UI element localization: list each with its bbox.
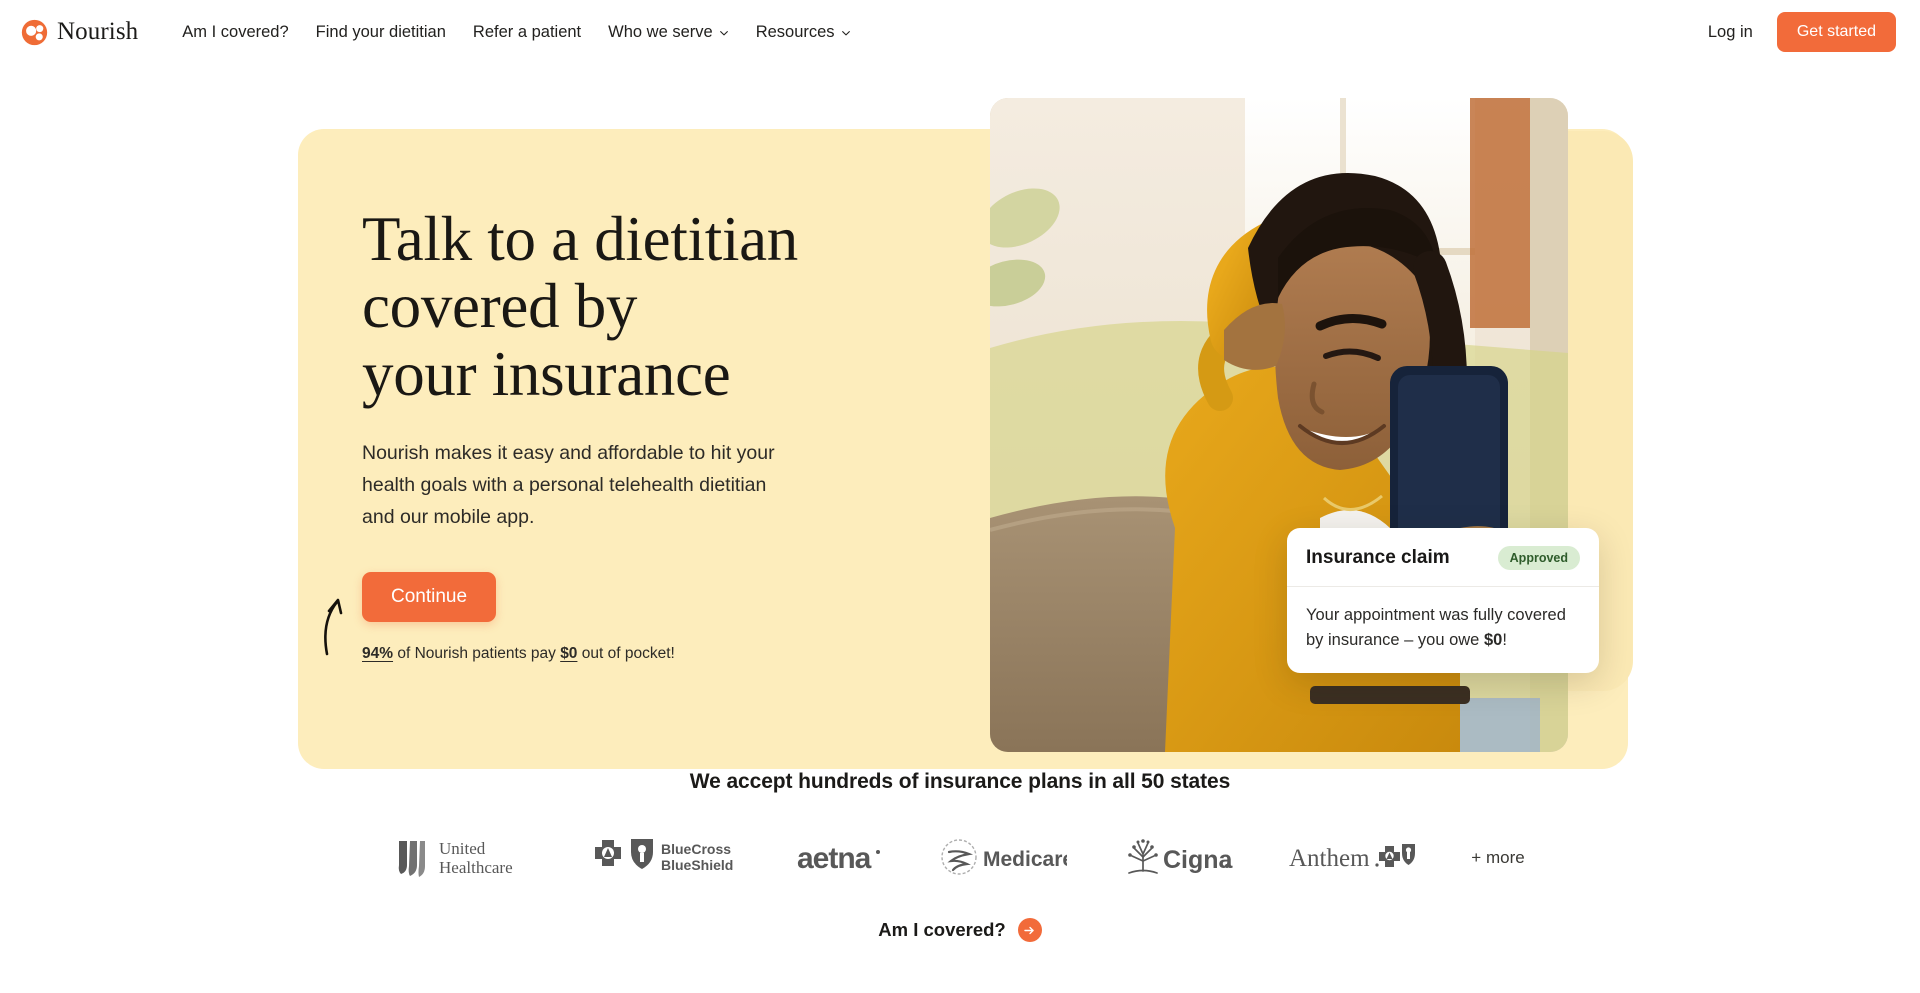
stat-percent: 94% [362,644,394,662]
am-i-covered-label: Am I covered? [878,919,1006,940]
chevron-down-icon [719,31,728,36]
insurance-claim-card: Insurance claim Approved Your appointmen… [1287,528,1599,673]
logo-united-healthcare: United Healthcare [395,834,535,882]
claim-body-suffix: ! [1502,630,1507,649]
insurance-claim-card-header: Insurance claim Approved [1287,528,1599,587]
hero-copy-block: Talk to a dietitian covered by your insu… [324,204,832,663]
nav-item-label: Who we serve [608,22,713,41]
stat-end-text: out of pocket! [577,644,675,662]
arrow-right-circle-icon [1017,918,1042,942]
insurance-logo-row: United Healthcare BlueCross BlueShield a… [0,834,1920,882]
nav-item-label: Refer a patient [472,22,582,41]
anthem-logo-icon: Anthem [1289,844,1416,872]
brand-logo-link[interactable]: Nourish [21,18,138,46]
chevron-down-icon [841,31,850,36]
united-healthcare-logo-icon: United Healthcare [399,839,513,877]
top-navigation-bar: Nourish Am I covered? Find your dietitia… [0,0,1920,64]
svg-text:Medicare: Medicare [983,848,1067,871]
stat-amount: $0 [560,644,578,662]
svg-text:Cigna: Cigna [1163,846,1233,874]
get-started-button[interactable]: Get started [1776,12,1896,52]
logo-anthem: Anthem [1289,834,1416,882]
insurance-claim-title: Insurance claim [1306,547,1450,568]
hero-title-line-3: your insurance [362,338,731,409]
nav-item-label: Find your dietitian [315,22,446,41]
status-badge: Approved [1497,546,1580,570]
claim-body-prefix: Your appointment was fully covered by in… [1306,606,1566,649]
out-of-pocket-stat: 94% of Nourish patients pay $0 out of po… [362,645,832,663]
nourish-dots-logo-icon [21,19,48,45]
medicare-logo-icon: Medicare [941,839,1067,875]
am-i-covered-cta[interactable]: Am I covered? [0,918,1920,942]
hero-section: Talk to a dietitian covered by your insu… [0,64,1920,769]
svg-text:Anthem: Anthem [1289,845,1370,872]
stat-mid-text: of Nourish patients pay [393,644,561,662]
primary-nav-links: Am I covered? Find your dietitian Refer … [182,24,850,41]
aetna-logo-icon: aetna [797,842,881,875]
logo-medicare: Medicare [939,834,1067,882]
page-title: Talk to a dietitian covered by your insu… [362,204,832,409]
insurance-logos-section: We accept hundreds of insurance plans in… [0,770,1920,942]
logo-bluecross-blueshield: BlueCross BlueShield [591,834,741,882]
svg-text:United: United [439,839,486,858]
hero-cta-row: Continue 94% of Nourish patients pay $0 … [324,571,832,663]
logo-cigna: Cigna [1123,834,1233,882]
log-in-link[interactable]: Log in [1708,23,1753,42]
insurance-logos-heading: We accept hundreds of insurance plans in… [689,770,1231,793]
arrow-right-glyph [1024,926,1034,934]
insurance-claim-body: Your appointment was fully covered by in… [1287,587,1599,673]
nav-item-refer-a-patient[interactable]: Refer a patient [473,24,581,41]
svg-text:BlueCross: BlueCross [661,841,731,857]
nav-right-actions: Log in Get started [1708,12,1896,52]
nav-item-label: Resources [755,22,835,41]
nav-item-resources[interactable]: Resources [756,24,851,41]
cigna-logo-icon: Cigna [1128,839,1233,874]
nav-item-find-your-dietitian[interactable]: Find your dietitian [316,24,446,41]
continue-button[interactable]: Continue [362,571,497,622]
svg-text:BlueShield: BlueShield [661,857,733,873]
hero-title-line-1: Talk to a dietitian [362,204,799,274]
nav-item-who-we-serve[interactable]: Who we serve [608,24,729,41]
nav-item-am-i-covered[interactable]: Am I covered? [182,24,288,41]
hero-subtitle: Nourish makes it easy and affordable to … [362,442,775,528]
claim-body-amount: $0 [1483,630,1503,649]
bluecross-blueshield-logo-icon: BlueCross BlueShield [595,839,734,873]
logo-aetna: aetna [797,834,883,882]
brand-name-text: Nourish [57,18,139,45]
nav-item-label: Am I covered? [182,22,289,41]
svg-text:Healthcare: Healthcare [439,858,513,877]
more-insurers-link[interactable]: + more [1471,848,1524,868]
svg-text:aetna: aetna [797,842,872,875]
hero-title-line-2: covered by [362,271,638,342]
